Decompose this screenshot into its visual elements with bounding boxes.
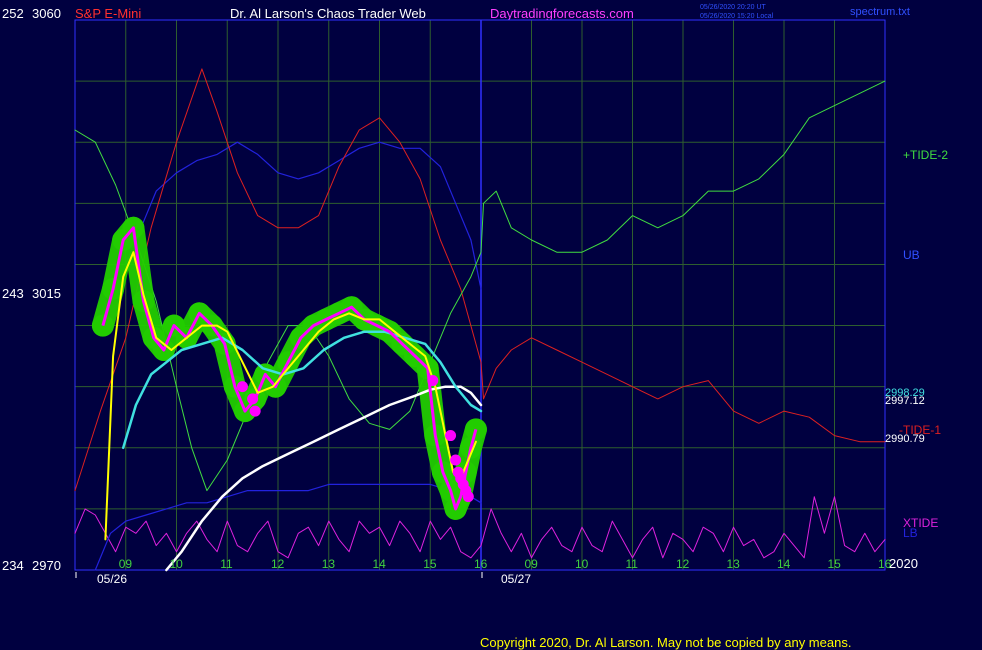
top-left-price-label: 3060	[32, 6, 61, 21]
bottom-left-lunar-label: 234	[2, 558, 24, 573]
date-label-2: 05/27	[501, 572, 531, 586]
chart: 252 3060 S&P E-Mini Dr. Al Larson's Chao…	[0, 0, 982, 650]
hour-tick-label: 14	[777, 557, 791, 571]
hour-tick-label: 11	[626, 557, 639, 571]
pivot-marker	[249, 405, 261, 417]
pivot-marker	[247, 393, 259, 405]
hour-tick-label: 13	[322, 557, 336, 571]
timestamp-local: 05/26/2020 15:20 Local	[700, 13, 774, 20]
mid-left-price-label: 3015	[32, 286, 61, 301]
hour-tick-label: 09	[525, 557, 539, 571]
date-label-1: 05/26	[97, 572, 127, 586]
hour-tick-label: 12	[676, 557, 690, 571]
hour-tick-label: 14	[373, 557, 387, 571]
instrument-title: S&P E-Mini	[75, 6, 141, 21]
lb-label: LB	[903, 526, 918, 540]
year-label: 2020	[889, 556, 918, 571]
pivot-marker	[427, 375, 439, 387]
hour-tick-label: 15	[423, 557, 437, 571]
spectrum-file-label: spectrum.txt	[850, 6, 910, 18]
price-label-c: 2990.79	[885, 433, 925, 445]
hour-tick-label: 09	[119, 557, 133, 571]
tide2-label: +TIDE-2	[903, 148, 948, 162]
timestamp-ut: 05/26/2020 20:20 UT	[700, 4, 766, 11]
hour-tick-label: 12	[271, 557, 285, 571]
mid-left-lunar-label: 243	[2, 286, 24, 301]
bottom-left-price-label: 2970	[32, 558, 61, 573]
ub-label: UB	[903, 248, 920, 262]
pivot-marker	[445, 430, 457, 442]
copyright: Copyright 2020, Dr. Al Larson. May not b…	[480, 635, 851, 650]
hour-tick-label: 16	[474, 557, 488, 571]
chart-title: Dr. Al Larson's Chaos Trader Web	[230, 6, 426, 21]
hour-tick-label: 11	[220, 557, 233, 571]
hour-tick-label: 15	[828, 557, 842, 571]
site-link[interactable]: Daytradingforecasts.com	[490, 6, 634, 21]
hour-tick-label: 10	[575, 557, 589, 571]
pivot-marker	[462, 491, 474, 503]
price-label-b: 2997.12	[885, 395, 925, 407]
pivot-marker	[450, 454, 462, 466]
pivot-marker	[236, 381, 248, 393]
hour-tick-label: 10	[170, 557, 184, 571]
hour-tick-label: 13	[727, 557, 741, 571]
top-left-lunar-label: 252	[2, 6, 24, 21]
